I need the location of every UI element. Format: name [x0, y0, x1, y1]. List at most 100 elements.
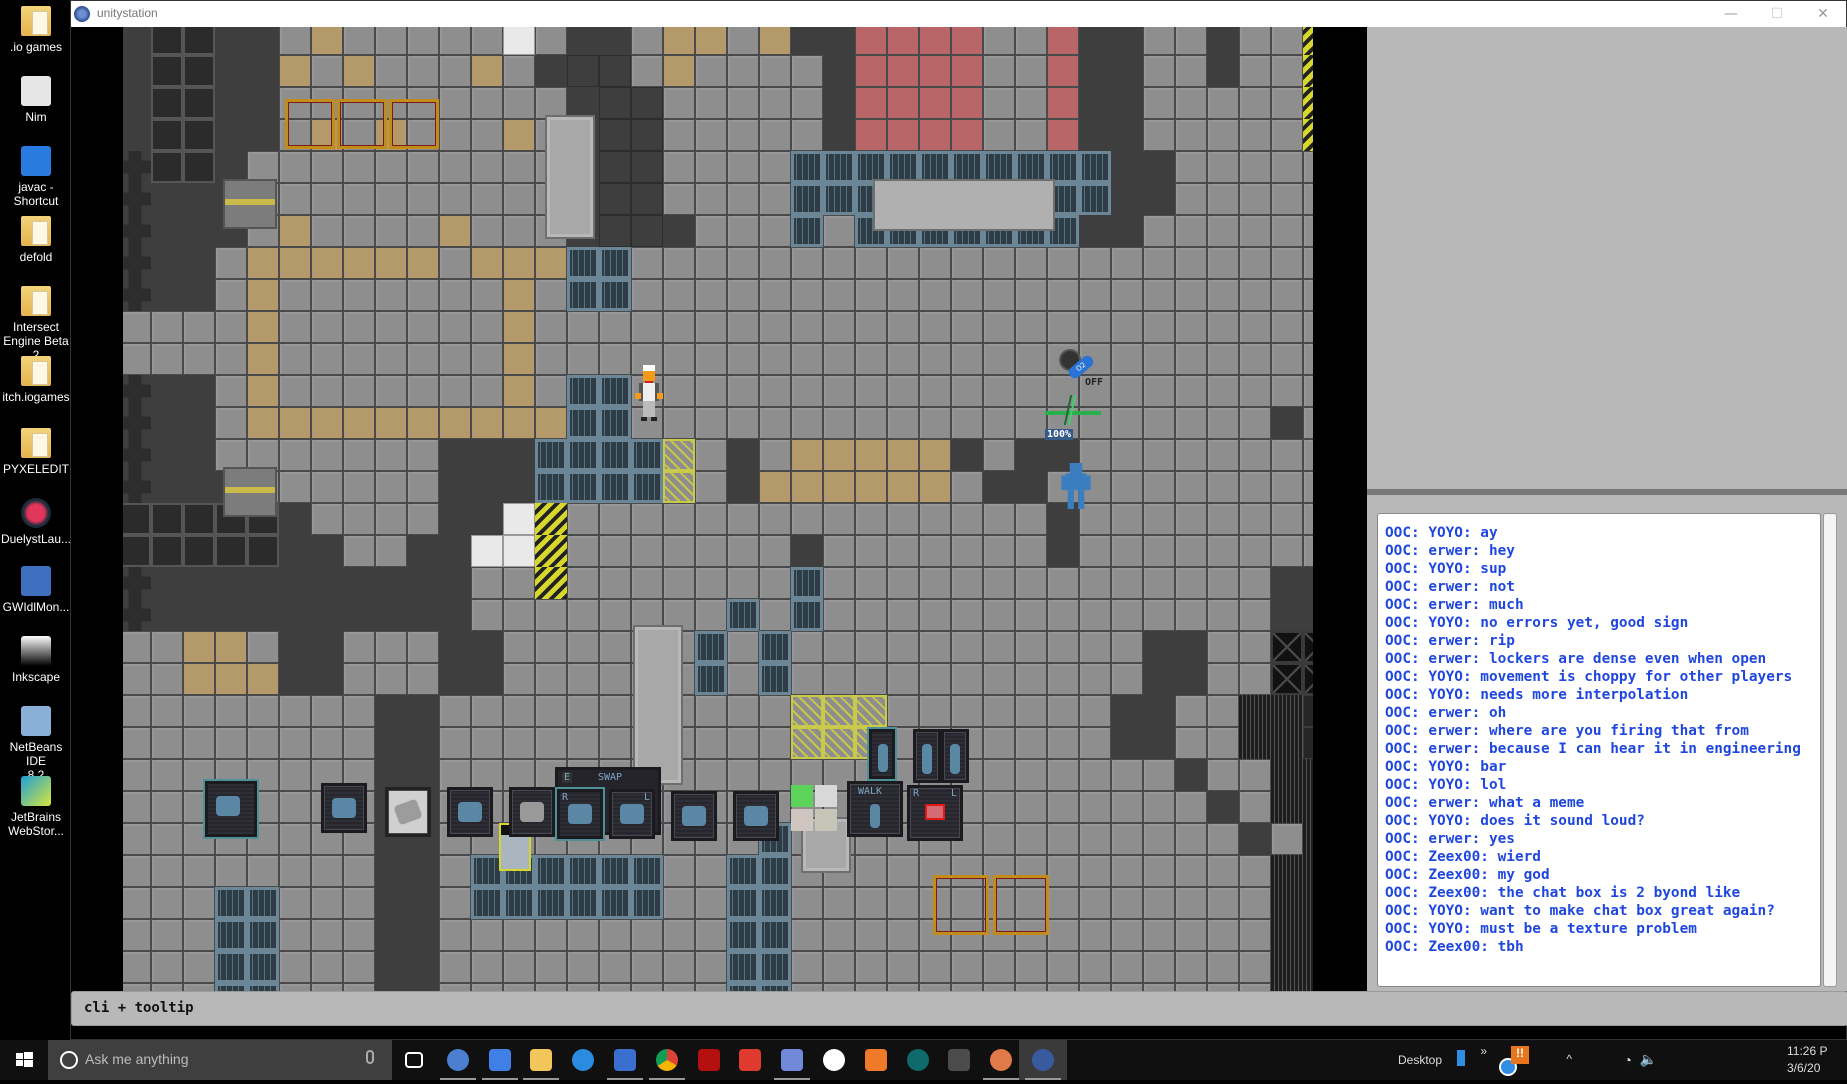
map-tile[interactable] — [1143, 87, 1175, 119]
map-tile[interactable] — [727, 663, 759, 695]
notification-alert-icon[interactable]: !! — [1511, 1046, 1529, 1064]
map-tile[interactable] — [1271, 951, 1303, 983]
map-tile[interactable] — [1175, 855, 1207, 887]
taskbar-app-orange-app[interactable] — [852, 1040, 900, 1080]
map-tile[interactable] — [919, 951, 951, 983]
map-tile[interactable] — [503, 119, 535, 151]
map-tile[interactable] — [1175, 87, 1207, 119]
rack[interactable] — [993, 875, 1049, 935]
map-tile[interactable] — [439, 439, 471, 471]
map-tile[interactable] — [1143, 919, 1175, 951]
map-tile[interactable] — [983, 535, 1015, 567]
map-tile[interactable] — [1207, 919, 1239, 951]
map-tile[interactable] — [1239, 855, 1271, 887]
map-tile[interactable] — [823, 567, 855, 599]
map-tile[interactable] — [759, 503, 791, 535]
map-tile[interactable] — [1111, 791, 1143, 823]
right-hand-slot[interactable]: R — [557, 789, 603, 839]
map-tile[interactable] — [791, 27, 823, 55]
airlock-door[interactable] — [223, 179, 277, 229]
throw-toggle[interactable] — [941, 729, 969, 783]
map-tile[interactable] — [1207, 791, 1239, 823]
map-tile[interactable] — [663, 247, 695, 279]
map-tile[interactable] — [151, 27, 183, 55]
map-tile[interactable] — [663, 439, 695, 471]
map-tile[interactable] — [343, 919, 375, 951]
map-tile[interactable] — [1079, 919, 1111, 951]
map-tile[interactable] — [695, 727, 727, 759]
map-tile[interactable] — [1111, 823, 1143, 855]
map-tile[interactable] — [1303, 439, 1313, 471]
map-tile[interactable] — [183, 27, 215, 55]
map-tile[interactable] — [1047, 27, 1079, 55]
chat-log[interactable]: OOC: YOYO: ay OOC: erwer: hey OOC: YOYO: s… — [1377, 513, 1821, 987]
map-tile[interactable] — [1175, 311, 1207, 343]
rack[interactable] — [337, 99, 387, 149]
map-tile[interactable] — [535, 951, 567, 983]
map-tile[interactable] — [1015, 567, 1047, 599]
map-tile[interactable] — [695, 375, 727, 407]
map-tile[interactable] — [151, 951, 183, 983]
map-tile[interactable] — [759, 55, 791, 87]
map-tile[interactable] — [727, 951, 759, 983]
map-tile[interactable] — [1271, 535, 1303, 567]
map-tile[interactable] — [1175, 183, 1207, 215]
map-tile[interactable] — [983, 503, 1015, 535]
map-tile[interactable] — [1047, 279, 1079, 311]
map-tile[interactable] — [1207, 27, 1239, 55]
map-tile[interactable] — [407, 27, 439, 55]
map-tile[interactable] — [215, 951, 247, 983]
left-hand-slot[interactable]: L — [609, 789, 655, 839]
map-tile[interactable] — [663, 983, 695, 991]
microphone-icon[interactable] — [366, 1050, 374, 1064]
desktop-icon[interactable]: PYXELEDIT — [0, 428, 72, 476]
map-tile[interactable] — [823, 343, 855, 375]
map-tile[interactable] — [759, 343, 791, 375]
map-tile[interactable] — [759, 919, 791, 951]
map-tile[interactable] — [279, 919, 311, 951]
map-tile[interactable] — [343, 183, 375, 215]
map-tile[interactable] — [279, 27, 311, 55]
map-tile[interactable] — [151, 55, 183, 87]
map-tile[interactable] — [631, 887, 663, 919]
map-tile[interactable] — [247, 407, 279, 439]
airlock-door[interactable] — [223, 467, 277, 517]
map-tile[interactable] — [951, 695, 983, 727]
map-tile[interactable] — [151, 631, 183, 663]
map-tile[interactable] — [567, 503, 599, 535]
map-tile[interactable] — [375, 535, 407, 567]
map-tile[interactable] — [123, 631, 151, 663]
map-tile[interactable] — [887, 407, 919, 439]
map-tile[interactable] — [183, 695, 215, 727]
map-tile[interactable] — [247, 663, 279, 695]
map-tile[interactable] — [1239, 183, 1271, 215]
map-tile[interactable] — [1239, 919, 1271, 951]
map-tile[interactable] — [983, 983, 1015, 991]
map-tile[interactable] — [1175, 695, 1207, 727]
map-tile[interactable] — [951, 87, 983, 119]
map-tile[interactable] — [471, 183, 503, 215]
map-tile[interactable] — [535, 855, 567, 887]
map-tile[interactable] — [631, 279, 663, 311]
map-tile[interactable] — [279, 759, 311, 791]
clock[interactable]: 11:26 P 3/6/20 — [1787, 1043, 1847, 1077]
map-tile[interactable] — [1303, 503, 1313, 535]
map-tile[interactable] — [727, 119, 759, 151]
map-tile[interactable] — [535, 983, 567, 991]
map-tile[interactable] — [215, 535, 247, 567]
map-tile[interactable] — [919, 983, 951, 991]
map-tile[interactable] — [1303, 695, 1313, 727]
walk-run-toggle[interactable]: WALK — [847, 781, 903, 837]
map-tile[interactable] — [983, 407, 1015, 439]
table[interactable] — [545, 115, 595, 239]
map-tile[interactable] — [123, 887, 151, 919]
rest-toggle[interactable] — [913, 729, 941, 783]
map-tile[interactable] — [123, 567, 151, 599]
map-tile[interactable] — [727, 27, 759, 55]
map-tile[interactable] — [1207, 855, 1239, 887]
map-tile[interactable] — [215, 87, 247, 119]
map-tile[interactable] — [1111, 87, 1143, 119]
map-tile[interactable] — [663, 87, 695, 119]
map-tile[interactable] — [123, 183, 151, 215]
map-tile[interactable] — [375, 567, 407, 599]
